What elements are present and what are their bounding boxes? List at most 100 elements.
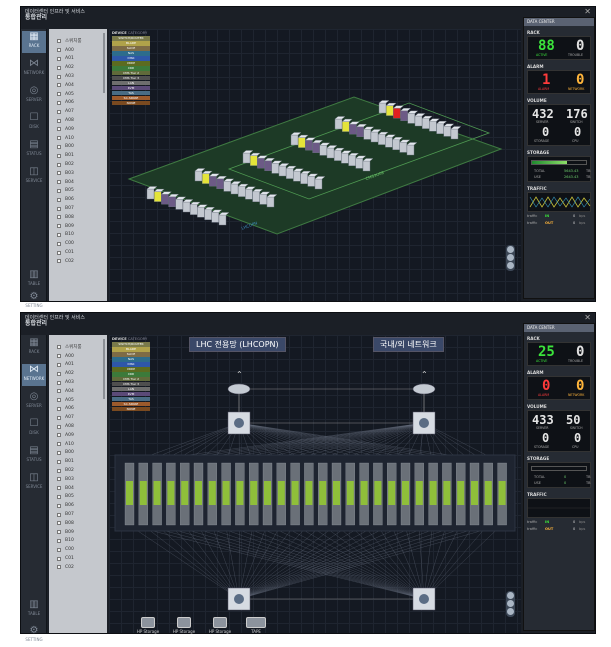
rack-list-item[interactable]: B05 [49, 493, 107, 502]
checkbox[interactable] [57, 521, 61, 525]
rack-list-item[interactable]: C01 [49, 554, 107, 563]
rack-list-item[interactable]: C02 [49, 563, 107, 572]
rack-list-item[interactable]: A07 [49, 413, 107, 422]
checkbox[interactable] [57, 154, 61, 158]
network-topology-canvas[interactable]: DEVICE CATEGORY SWITCH/ROUTERBLADESLICEN… [109, 335, 521, 633]
rack-list-item[interactable]: A06 [49, 99, 107, 108]
checkbox[interactable] [57, 451, 61, 455]
checkbox[interactable] [57, 145, 61, 149]
checkbox[interactable] [57, 180, 61, 184]
checkbox[interactable] [57, 57, 61, 61]
checkbox[interactable] [57, 215, 61, 219]
rack-list-item[interactable]: B05 [49, 187, 107, 196]
checkbox[interactable] [57, 557, 61, 561]
checkbox[interactable] [57, 539, 61, 543]
checkbox[interactable] [57, 233, 61, 237]
checkbox[interactable] [57, 425, 61, 429]
rack-list-item[interactable]: B03 [49, 475, 107, 484]
checkbox[interactable] [57, 486, 61, 490]
checkbox[interactable] [57, 469, 61, 473]
rack-list-item[interactable]: B04 [49, 484, 107, 493]
rack-list-item[interactable]: A03 [49, 378, 107, 387]
rack-list-item[interactable]: A05 [49, 90, 107, 99]
checkbox[interactable] [57, 495, 61, 499]
rack-list-item[interactable]: C00 [49, 545, 107, 554]
sidebar-item-rack[interactable]: ▦RACK [22, 337, 46, 359]
checkbox[interactable] [57, 345, 61, 349]
checkbox[interactable] [57, 171, 61, 175]
zoom-reset-button[interactable] [507, 254, 514, 261]
rack-list-item[interactable]: C01 [49, 248, 107, 257]
rack-list-item[interactable]: 스위치룸 [49, 343, 107, 352]
sidebar-item-setting[interactable]: ⚙SETTING [22, 625, 46, 647]
zoom-out-button[interactable] [507, 608, 514, 615]
rack-list-item[interactable]: B06 [49, 195, 107, 204]
zoom-reset-button[interactable] [507, 600, 514, 607]
sidebar-item-service[interactable]: ◫SERVICE [22, 472, 46, 494]
sidebar-item-setting[interactable]: ⚙SETTING [22, 291, 46, 313]
rack-list-item[interactable]: B01 [49, 457, 107, 466]
checkbox[interactable] [57, 224, 61, 228]
checkbox[interactable] [57, 398, 61, 402]
checkbox[interactable] [57, 548, 61, 552]
checkbox[interactable] [57, 119, 61, 123]
rack-list-item[interactable]: B06 [49, 501, 107, 510]
checkbox[interactable] [57, 372, 61, 376]
checkbox[interactable] [57, 101, 61, 105]
rack-list-item[interactable]: C02 [49, 257, 107, 266]
sidebar-item-disk[interactable]: ☐DISK [22, 112, 46, 134]
rack-list-item[interactable]: A10 [49, 134, 107, 143]
rack-list-item[interactable]: B00 [49, 143, 107, 152]
rack-list-item[interactable]: A10 [49, 440, 107, 449]
checkbox[interactable] [57, 127, 61, 131]
rack-list-item[interactable]: A08 [49, 422, 107, 431]
sidebar-item-rack[interactable]: ▦RACK [22, 31, 46, 53]
rack-list-item[interactable]: A03 [49, 72, 107, 81]
storage-device[interactable]: HP Storage [135, 617, 161, 634]
rack-list-item[interactable]: B09 [49, 222, 107, 231]
sidebar-item-server[interactable]: ◎SERVER [22, 391, 46, 413]
rack-list-item[interactable]: A00 [49, 46, 107, 55]
rack-list-item[interactable]: B10 [49, 537, 107, 546]
rack-list-item[interactable]: A08 [49, 116, 107, 125]
checkbox[interactable] [57, 477, 61, 481]
checkbox[interactable] [57, 259, 61, 263]
rack-list-item[interactable]: A04 [49, 387, 107, 396]
rack-list-item[interactable]: B08 [49, 519, 107, 528]
rack-list-item[interactable]: B07 [49, 204, 107, 213]
rack-list-item[interactable]: B00 [49, 449, 107, 458]
rack-list-item[interactable]: B04 [49, 178, 107, 187]
checkbox[interactable] [57, 92, 61, 96]
rack-list-item[interactable]: A09 [49, 125, 107, 134]
checkbox[interactable] [57, 242, 61, 246]
rack-list-item[interactable]: A05 [49, 396, 107, 405]
checkbox[interactable] [57, 163, 61, 167]
checkbox[interactable] [57, 207, 61, 211]
checkbox[interactable] [57, 363, 61, 367]
checkbox[interactable] [57, 75, 61, 79]
rack-list-item[interactable]: B03 [49, 169, 107, 178]
checkbox[interactable] [57, 354, 61, 358]
zoom-out-button[interactable] [507, 262, 514, 269]
checkbox[interactable] [57, 416, 61, 420]
rack-list-item[interactable]: A00 [49, 352, 107, 361]
rack-list-scrollbar[interactable] [103, 339, 105, 399]
checkbox[interactable] [57, 198, 61, 202]
rack-list-item[interactable]: A01 [49, 55, 107, 64]
rack-list-item[interactable]: C00 [49, 239, 107, 248]
checkbox[interactable] [57, 83, 61, 87]
sidebar-item-network[interactable]: ⋈NETWORK [22, 58, 46, 80]
checkbox[interactable] [57, 110, 61, 114]
sidebar-item-server[interactable]: ◎SERVER [22, 85, 46, 107]
rack-list-item[interactable]: A06 [49, 405, 107, 414]
sidebar-item-disk[interactable]: ☐DISK [22, 418, 46, 440]
checkbox[interactable] [57, 381, 61, 385]
rack-list-item[interactable]: B02 [49, 466, 107, 475]
checkbox[interactable] [57, 136, 61, 140]
rack-list-item[interactable]: B08 [49, 213, 107, 222]
storage-device[interactable]: HP Storage [171, 617, 197, 634]
sidebar-item-status[interactable]: ▤STATUS [22, 445, 46, 467]
checkbox[interactable] [57, 189, 61, 193]
zoom-in-button[interactable] [507, 246, 514, 253]
sidebar-item-network[interactable]: ⋈NETWORK [22, 364, 46, 386]
